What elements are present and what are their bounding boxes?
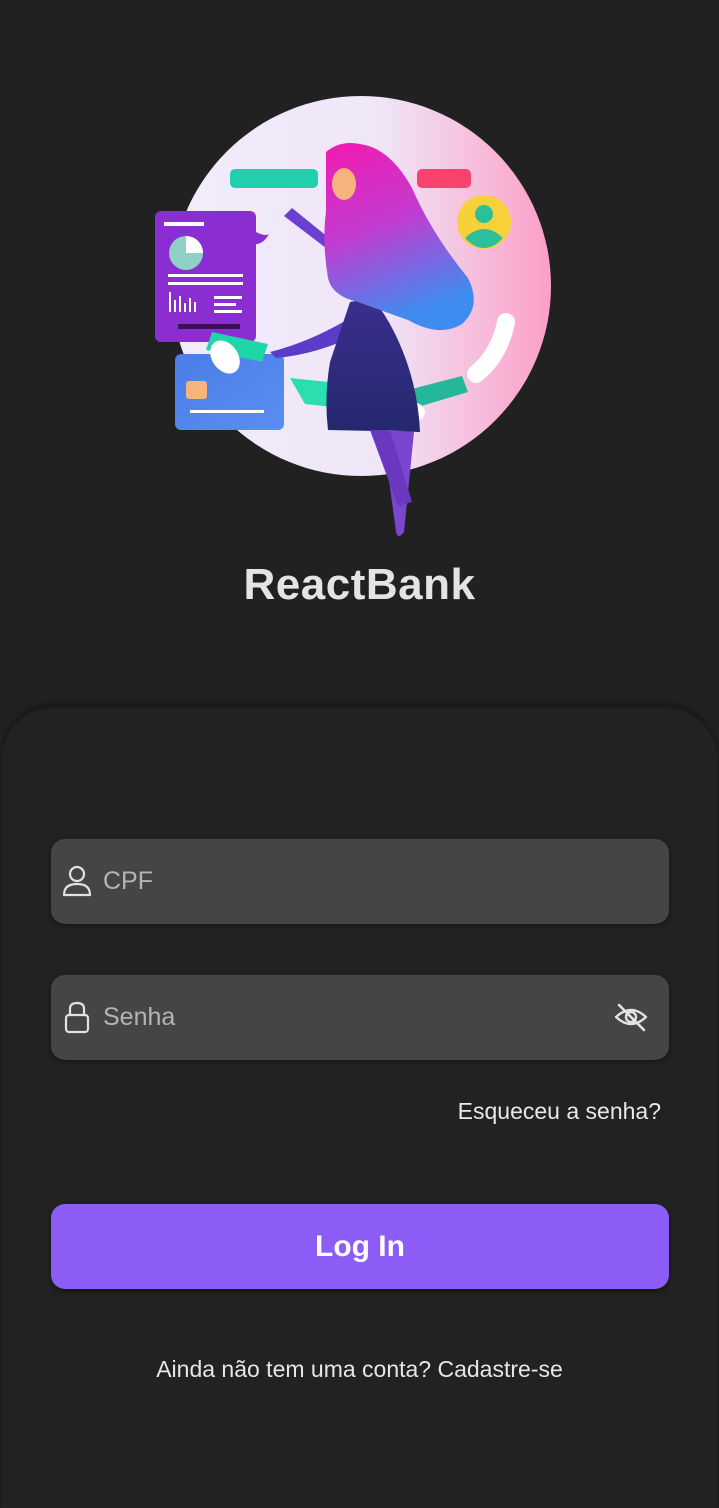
app-title: ReactBank bbox=[243, 560, 476, 609]
password-input[interactable] bbox=[103, 975, 603, 1060]
cpf-input[interactable] bbox=[103, 839, 603, 924]
eye-off-icon[interactable] bbox=[613, 1000, 649, 1034]
password-field[interactable] bbox=[51, 975, 669, 1060]
cpf-field[interactable] bbox=[51, 839, 669, 924]
login-button[interactable]: Log In bbox=[51, 1204, 669, 1289]
hero-illustration bbox=[155, 96, 551, 536]
lock-icon bbox=[61, 1000, 93, 1034]
forgot-password-link[interactable]: Esqueceu a senha? bbox=[458, 1098, 661, 1125]
user-icon bbox=[61, 864, 93, 898]
signup-link[interactable]: Ainda não tem uma conta? Cadastre-se bbox=[0, 1356, 719, 1383]
